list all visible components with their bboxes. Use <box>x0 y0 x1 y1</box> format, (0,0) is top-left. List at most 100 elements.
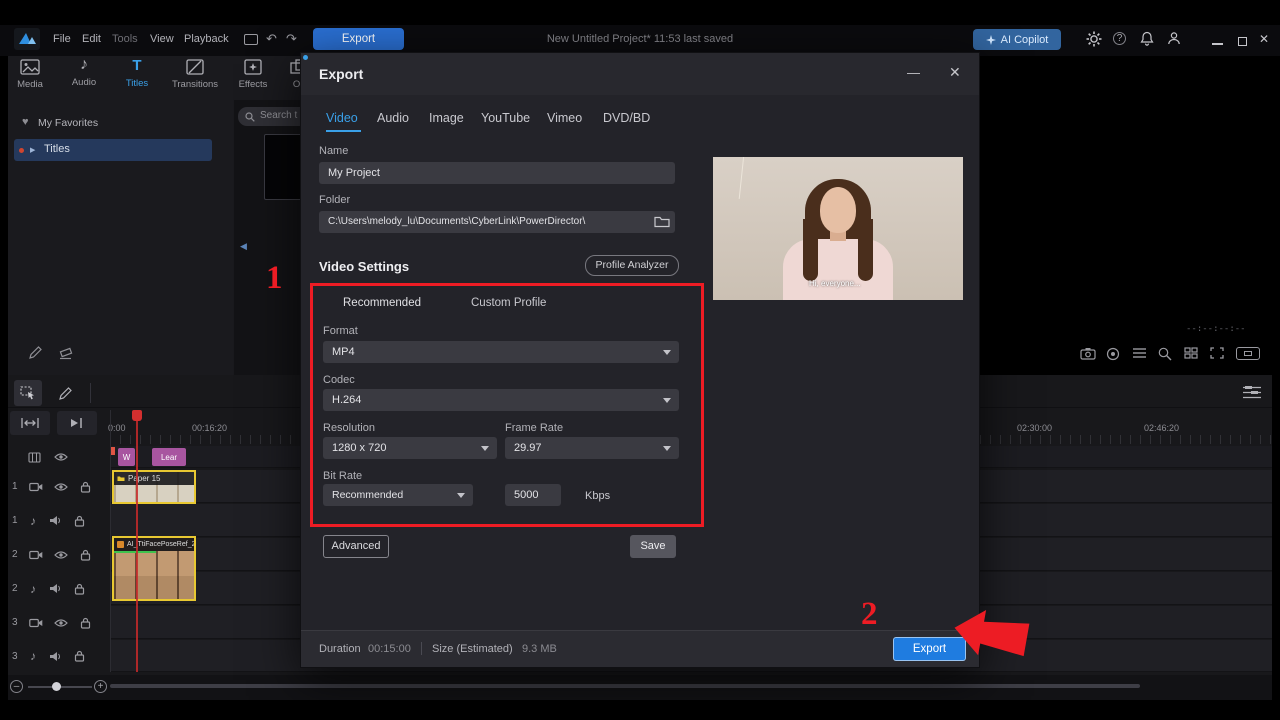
dialog-title: Export <box>319 66 364 82</box>
dialog-minimize-icon[interactable]: — <box>907 65 920 80</box>
footer-divider <box>421 642 422 655</box>
room-label: Titles <box>125 78 149 89</box>
split-view-grid-icon[interactable] <box>1184 347 1198 359</box>
timeline-tool-button-1[interactable] <box>10 411 50 435</box>
eye-icon[interactable] <box>54 550 68 560</box>
eraser-icon[interactable] <box>58 346 74 360</box>
track-header: 1 ♪ <box>0 504 110 537</box>
tab-video[interactable]: Video <box>326 111 358 125</box>
tab-audio[interactable]: Audio <box>377 111 409 125</box>
menu-playback[interactable]: Playback <box>184 33 229 45</box>
name-input[interactable]: My Project <box>319 162 675 184</box>
eye-icon[interactable] <box>54 618 68 628</box>
aspect-ratio-icon[interactable] <box>1236 347 1260 360</box>
pencil-tool-icon[interactable] <box>58 386 73 401</box>
record-icon[interactable] <box>1106 347 1120 361</box>
window-maximize-button[interactable] <box>1238 37 1247 46</box>
timeline-marker-tick <box>111 447 115 455</box>
track-manager-icon[interactable] <box>1242 385 1262 400</box>
timeline-clip-paper[interactable]: Paper 15 <box>112 470 196 504</box>
size-label: Size (Estimated) <box>432 643 513 655</box>
toolbar-divider <box>90 383 91 403</box>
title-clip-1[interactable]: W <box>118 448 135 466</box>
folder-label: Folder <box>319 194 351 206</box>
tab-image[interactable]: Image <box>429 111 464 125</box>
zoom-slider-handle[interactable] <box>52 682 61 691</box>
zoom-out-button[interactable]: – <box>10 680 23 693</box>
zoom-in-button[interactable]: + <box>94 680 107 693</box>
speaker-icon[interactable] <box>49 583 62 594</box>
profile-analyzer-button[interactable]: Profile Analyzer <box>585 255 679 276</box>
library-folder-titles[interactable]: ▶ Titles <box>14 139 212 161</box>
preview-timecode: --:--:--:-- <box>1186 324 1246 334</box>
speaker-icon[interactable] <box>49 651 62 662</box>
room-tab-media[interactable]: Media <box>3 59 57 90</box>
dialog-close-icon[interactable]: ✕ <box>949 64 961 81</box>
window-minimize-button[interactable] <box>1212 43 1223 45</box>
duration-label: Duration <box>319 643 361 655</box>
folder-input[interactable]: C:\Users\melody_lu\Documents\CyberLink\P… <box>319 211 675 233</box>
menu-tools[interactable]: Tools <box>112 33 138 45</box>
zoom-magnifier-icon[interactable] <box>1158 347 1172 361</box>
tab-dvdbd[interactable]: DVD/BD <box>603 111 650 125</box>
fullscreen-expand-icon[interactable] <box>1210 347 1224 359</box>
menu-edit[interactable]: Edit <box>82 33 101 45</box>
menu-file[interactable]: File <box>53 33 71 45</box>
title-clip-2[interactable]: Lear <box>152 448 186 466</box>
timeline-tool-button-2[interactable] <box>57 411 97 435</box>
room-tab-audio[interactable]: ♪ Audio <box>57 57 111 89</box>
account-icon[interactable] <box>1167 31 1181 45</box>
track-header: 3 <box>0 606 110 639</box>
duration-value: 00:15:00 <box>368 643 411 655</box>
panel-collapse-icon[interactable]: ◀ <box>240 241 247 252</box>
speaker-icon[interactable] <box>49 515 62 526</box>
select-tool-button[interactable] <box>14 380 42 406</box>
folder-icon <box>117 476 125 481</box>
undo-icon[interactable]: ↶ <box>266 31 277 47</box>
tab-vimeo[interactable]: Vimeo <box>547 111 582 125</box>
advanced-button[interactable]: Advanced <box>323 535 389 558</box>
zoom-in-glyph: + <box>97 681 104 692</box>
lock-icon[interactable] <box>80 481 91 493</box>
select-tool-icon <box>20 386 34 400</box>
lock-icon[interactable] <box>74 515 85 527</box>
annotation-step-2: 2 <box>861 596 878 632</box>
room-tab-transitions[interactable]: Transitions <box>166 59 224 90</box>
audio-track-icon: ♪ <box>30 649 36 663</box>
browse-folder-icon[interactable] <box>651 215 670 228</box>
video-track-icon <box>29 482 43 492</box>
aspect-ratio-inner <box>1244 351 1252 356</box>
playhead-marker[interactable] <box>132 410 142 421</box>
film-icon <box>28 451 41 463</box>
active-folder-dot <box>19 147 24 153</box>
lock-icon[interactable] <box>74 583 85 595</box>
window-close-button[interactable]: ✕ <box>1259 32 1269 46</box>
lock-icon[interactable] <box>80 617 91 629</box>
menu-view[interactable]: View <box>150 33 174 45</box>
lock-icon[interactable] <box>80 549 91 561</box>
notifications-bell-icon[interactable] <box>1140 31 1154 46</box>
clip-type-icon <box>117 541 124 548</box>
zoom-out-glyph: – <box>13 681 20 692</box>
help-icon[interactable]: ? <box>1113 32 1126 45</box>
ai-copilot-button[interactable]: AI Copilot <box>973 29 1061 50</box>
eye-icon[interactable] <box>54 482 68 492</box>
queue-list-icon[interactable] <box>1132 347 1147 359</box>
room-label: Media <box>17 79 43 90</box>
lock-icon[interactable] <box>74 650 85 662</box>
tab-youtube[interactable]: YouTube <box>481 111 530 125</box>
eye-icon[interactable] <box>54 452 68 462</box>
save-button[interactable]: Save <box>630 535 676 558</box>
display-mode-icon[interactable] <box>244 34 258 45</box>
timeline-scrollbar[interactable] <box>110 684 1140 688</box>
search-input[interactable]: Search t <box>260 110 297 121</box>
pen-icon[interactable] <box>28 345 43 360</box>
room-tab-titles[interactable]: T Titles <box>110 57 164 89</box>
dialog-header[interactable] <box>301 53 979 95</box>
folder-expand-icon[interactable]: ▶ <box>30 146 35 154</box>
settings-gear-icon[interactable] <box>1086 31 1102 47</box>
snapshot-camera-icon[interactable] <box>1080 347 1096 360</box>
export-button-top[interactable]: Export <box>313 28 404 50</box>
timeline-clip-ai[interactable]: AI_TtiFacePoseRef_2 <box>112 536 196 601</box>
redo-icon[interactable]: ↷ <box>286 31 297 47</box>
